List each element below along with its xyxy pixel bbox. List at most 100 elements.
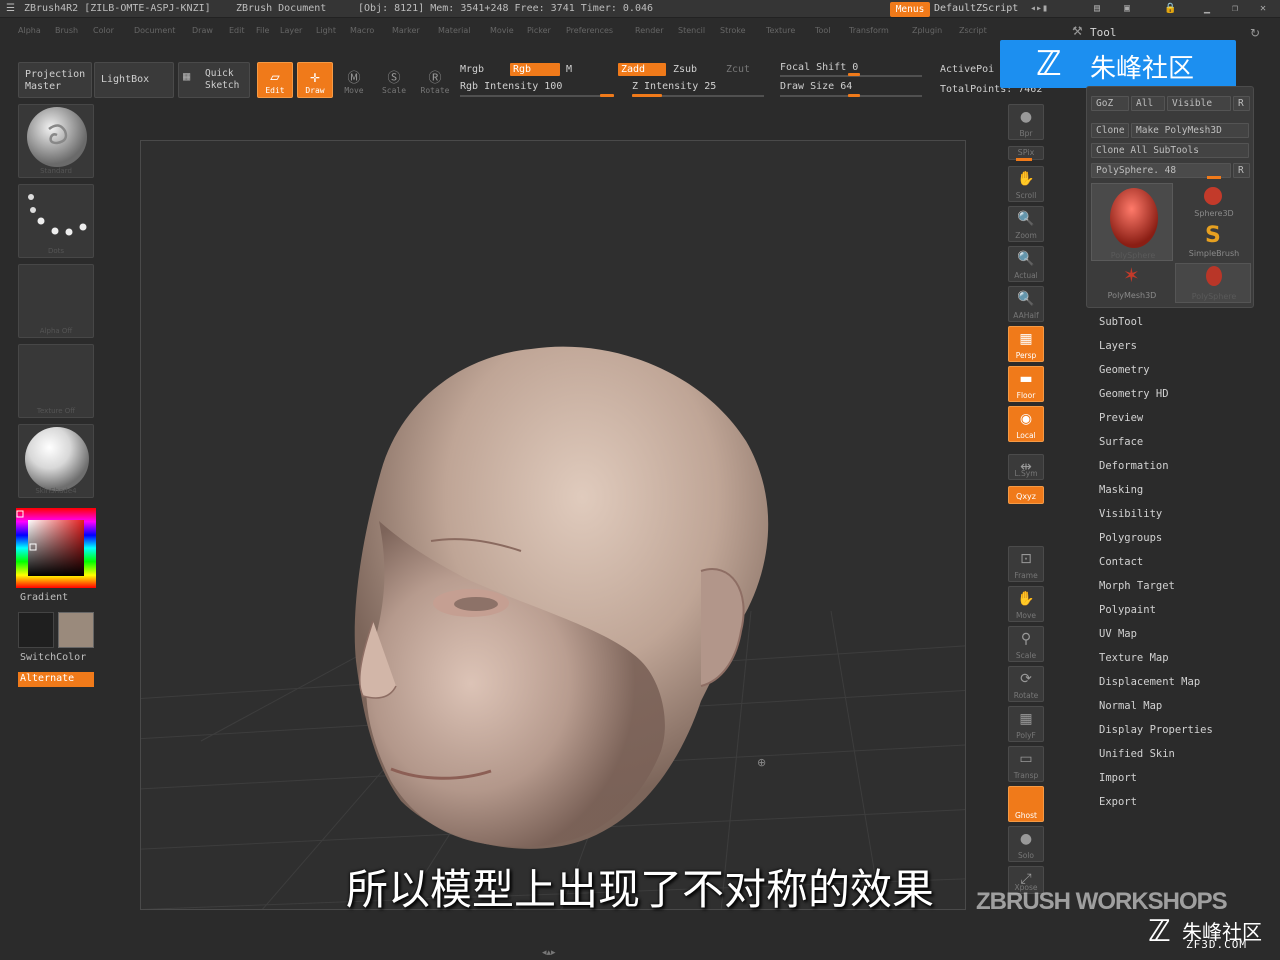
submenu-layers[interactable]: Layers	[1099, 340, 1137, 352]
zadd-toggle[interactable]: Zadd	[618, 63, 666, 76]
minimize-icon[interactable]: ▁	[1204, 3, 1210, 14]
menus-toggle-button[interactable]: Menus	[890, 2, 930, 17]
z-intensity-slider[interactable]: Z Intensity 25	[632, 81, 716, 92]
bottom-tray-arrows-icon[interactable]: ◂▴▸	[542, 948, 556, 958]
current-tool-slider-handle[interactable]	[1207, 176, 1221, 179]
m-toggle[interactable]: M	[566, 64, 572, 75]
spix-slider-handle[interactable]	[1016, 158, 1032, 161]
color-picker-wheel[interactable]	[16, 508, 96, 588]
switch-color-button[interactable]: SwitchColor	[20, 652, 86, 663]
dock-scale-button[interactable]: ⚲ Scale	[1008, 626, 1044, 662]
rgb-intensity-slider[interactable]: Rgb Intensity 100	[460, 81, 562, 92]
lightbox-button[interactable]: LightBox	[94, 62, 174, 98]
dock-polyf-button[interactable]: ▦ PolyF	[1008, 706, 1044, 742]
focal-shift-handle[interactable]	[848, 73, 860, 76]
dock-l-sym-button[interactable]: ⇹ L.Sym	[1008, 454, 1044, 480]
restore-icon[interactable]: ❐	[1232, 3, 1238, 14]
submenu-import[interactable]: Import	[1099, 772, 1137, 784]
dock-local-button[interactable]: ◉ Local	[1008, 406, 1044, 442]
submenu-texture-map[interactable]: Texture Map	[1099, 652, 1169, 664]
submenu-uv-map[interactable]: UV Map	[1099, 628, 1137, 640]
dock-bpr-button[interactable]: ● Bpr	[1008, 104, 1044, 140]
menu-draw[interactable]: Draw	[192, 26, 213, 35]
submenu-contact[interactable]: Contact	[1099, 556, 1143, 568]
goz-all-button[interactable]: All	[1131, 96, 1165, 111]
tool-thumb-simplebrush[interactable]: S SimpleBrush	[1175, 223, 1253, 261]
submenu-deformation[interactable]: Deformation	[1099, 460, 1169, 472]
document-canvas[interactable]: ⊕	[140, 140, 966, 910]
main-color-swatch[interactable]	[18, 612, 54, 648]
goz-button[interactable]: GoZ	[1091, 96, 1129, 111]
submenu-normal-map[interactable]: Normal Map	[1099, 700, 1162, 712]
current-tool-r-button[interactable]: R	[1233, 163, 1250, 178]
lock-icon[interactable]: 🔒	[1164, 3, 1176, 14]
head-sculpt-model[interactable]	[141, 141, 966, 910]
dock-persp-button[interactable]: ▦ Persp	[1008, 326, 1044, 362]
rotate-mode-button[interactable]: Ⓡ Rotate	[418, 62, 452, 98]
dock-scroll-button[interactable]: ✋ Scroll	[1008, 166, 1044, 202]
submenu-preview[interactable]: Preview	[1099, 412, 1143, 424]
close-icon[interactable]: ✕	[1260, 3, 1266, 14]
submenu-morph-target[interactable]: Morph Target	[1099, 580, 1175, 592]
material-slot[interactable]: SkinShade4	[18, 424, 94, 498]
stroke-slot[interactable]: Dots	[18, 184, 94, 258]
goz-visible-button[interactable]: Visible	[1167, 96, 1231, 111]
submenu-geometry-hd[interactable]: Geometry HD	[1099, 388, 1169, 400]
dock-move-button[interactable]: ✋ Move	[1008, 586, 1044, 622]
dock-aahalf-button[interactable]: 🔍 AAHalf	[1008, 286, 1044, 322]
submenu-masking[interactable]: Masking	[1099, 484, 1143, 496]
tool-thumb-polysphere-alt[interactable]: PolySphere	[1175, 263, 1251, 303]
menu-material[interactable]: Material	[438, 26, 471, 35]
menu-tool[interactable]: Tool	[815, 26, 831, 35]
dock-floor-button[interactable]: ▬ Floor	[1008, 366, 1044, 402]
tool-palette-title[interactable]: Tool	[1090, 26, 1117, 39]
submenu-geometry[interactable]: Geometry	[1099, 364, 1150, 376]
z-intensity-handle[interactable]	[632, 94, 662, 97]
dock-ghost-button[interactable]: Ghost	[1008, 786, 1044, 822]
make-polymesh-button[interactable]: Make PolyMesh3D	[1131, 123, 1249, 138]
goz-r-button[interactable]: R	[1233, 96, 1250, 111]
rgb-intensity-track[interactable]	[460, 95, 614, 97]
tool-thumb-polysphere[interactable]: PolySphere	[1091, 183, 1173, 261]
submenu-polygroups[interactable]: Polygroups	[1099, 532, 1162, 544]
menu-brush[interactable]: Brush	[55, 26, 78, 35]
submenu-visibility[interactable]: Visibility	[1099, 508, 1162, 520]
dock-zoom-button[interactable]: 🔍 Zoom	[1008, 206, 1044, 242]
submenu-export[interactable]: Export	[1099, 796, 1137, 808]
alternate-toggle[interactable]: Alternate	[18, 672, 94, 687]
menu-stroke[interactable]: Stroke	[720, 26, 746, 35]
draw-size-slider[interactable]: Draw Size 64	[780, 81, 852, 92]
menu-picker[interactable]: Picker	[527, 26, 551, 35]
menu-texture[interactable]: Texture	[766, 26, 795, 35]
quick-sketch-button[interactable]: ▦ Quick Sketch	[178, 62, 250, 98]
layout-icon[interactable]: ▤	[1094, 3, 1100, 14]
dock-transp-button[interactable]: ▭ Transp	[1008, 746, 1044, 782]
menu-transform[interactable]: Transform	[849, 26, 889, 35]
brush-slot[interactable]: Standard	[18, 104, 94, 178]
submenu-unified-skin[interactable]: Unified Skin	[1099, 748, 1175, 760]
menu-render[interactable]: Render	[635, 26, 663, 35]
submenu-displacement-map[interactable]: Displacement Map	[1099, 676, 1200, 688]
scale-mode-button[interactable]: Ⓢ Scale	[378, 62, 410, 98]
dock-rotate-button[interactable]: ⟳ Rotate	[1008, 666, 1044, 702]
color-picker[interactable]	[16, 508, 96, 588]
submenu-surface[interactable]: Surface	[1099, 436, 1143, 448]
draw-mode-button[interactable]: ✛ Draw	[297, 62, 333, 98]
zsub-toggle[interactable]: Zsub	[673, 64, 697, 75]
clone-button[interactable]: Clone	[1091, 123, 1129, 138]
submenu-polypaint[interactable]: Polypaint	[1099, 604, 1156, 616]
alpha-slot[interactable]: Alpha Off	[18, 264, 94, 338]
clone-all-subtools-button[interactable]: Clone All SubTools	[1091, 143, 1249, 158]
menu-alpha[interactable]: Alpha	[18, 26, 41, 35]
menu-stencil[interactable]: Stencil	[678, 26, 705, 35]
menu-document[interactable]: Document	[134, 26, 175, 35]
menu-color[interactable]: Color	[93, 26, 114, 35]
submenu-display-properties[interactable]: Display Properties	[1099, 724, 1213, 736]
tool-thumb-sphere3d[interactable]: Sphere3D	[1175, 183, 1253, 221]
menu-movie[interactable]: Movie	[490, 26, 514, 35]
projection-master-button[interactable]: Projection Master	[18, 62, 92, 98]
menu-layer[interactable]: Layer	[280, 26, 302, 35]
move-mode-button[interactable]: Ⓜ Move	[338, 62, 370, 98]
focal-shift-slider[interactable]: Focal Shift 0	[780, 62, 858, 73]
refresh-icon[interactable]: ↻	[1250, 26, 1260, 40]
